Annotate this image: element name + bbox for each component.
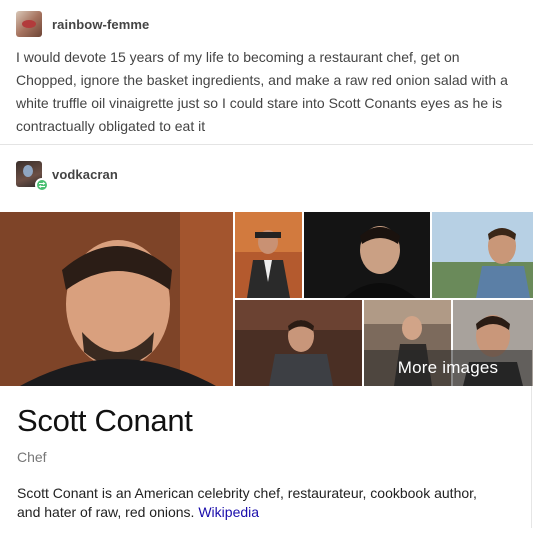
username-link[interactable]: rainbow-femme: [52, 17, 149, 32]
wikipedia-link[interactable]: Wikipedia: [198, 504, 259, 520]
post-divider: [0, 144, 533, 145]
post-body: I would devote 15 years of my life to be…: [16, 49, 508, 134]
post-header: rainbow-femme: [16, 11, 149, 37]
username-link[interactable]: vodkacran: [52, 167, 118, 182]
gallery-photo[interactable]: [235, 212, 302, 298]
entity-description: Scott Conant is an American celebrity ch…: [17, 484, 497, 522]
gallery-photo[interactable]: [235, 300, 362, 386]
reblog-badge-icon: [35, 178, 49, 192]
entity-title: Scott Conant: [17, 403, 193, 438]
user-avatar-icon[interactable]: [16, 11, 42, 37]
more-images-button[interactable]: More images: [364, 350, 532, 386]
entity-subtitle: Chef: [17, 449, 47, 465]
main-photo[interactable]: [0, 212, 233, 386]
panel-border: [531, 386, 532, 528]
gallery-photo[interactable]: [304, 212, 430, 298]
reblog-header: vodkacran: [16, 161, 118, 192]
gallery-photo[interactable]: [432, 212, 533, 298]
